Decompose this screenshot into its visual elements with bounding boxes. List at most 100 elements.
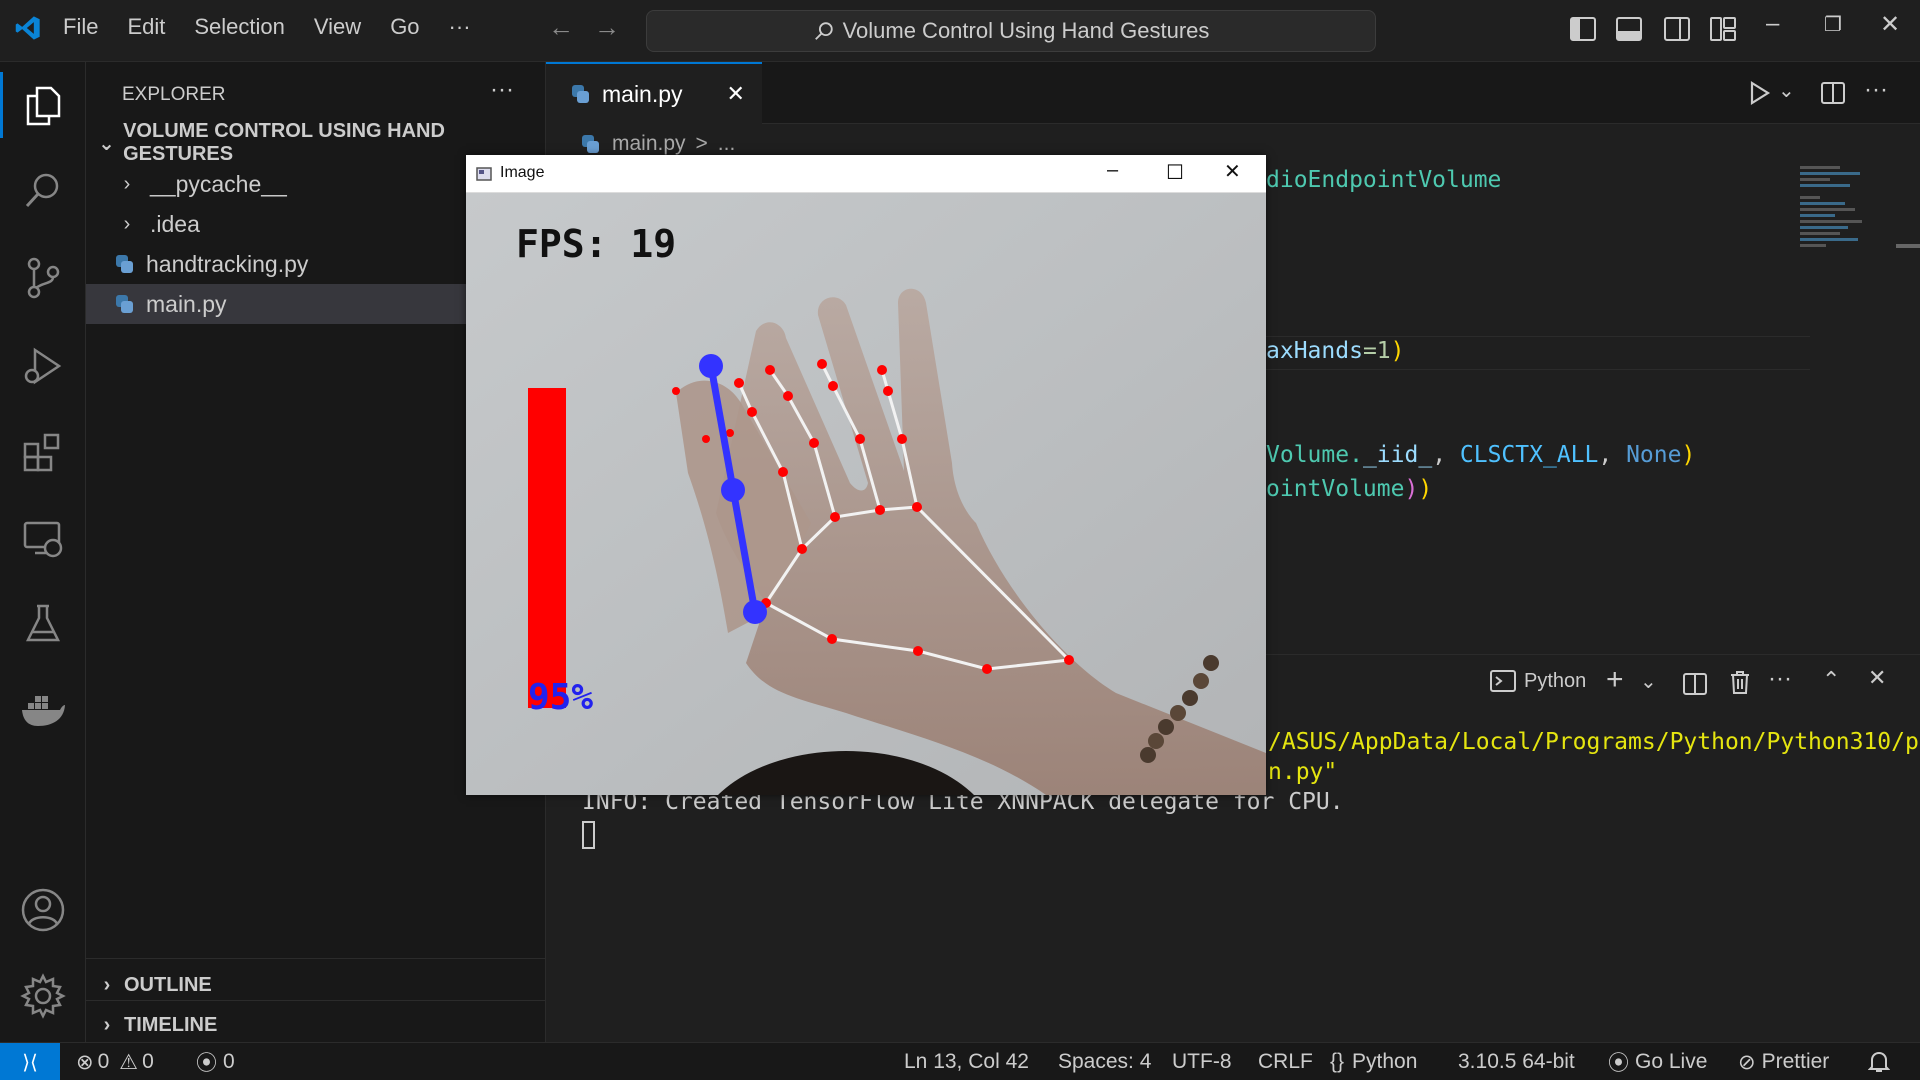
language-mode[interactable]: {} Python	[1330, 1043, 1417, 1080]
new-terminal-icon[interactable]: +	[1606, 663, 1624, 697]
close-icon[interactable]: ✕	[1224, 159, 1241, 184]
go-live-label: Go Live	[1635, 1050, 1708, 1073]
notifications-button[interactable]	[1868, 1043, 1890, 1080]
trash-icon[interactable]	[1728, 669, 1752, 695]
webcam-frame: FPS: 19 95%	[466, 193, 1266, 795]
command-center-search[interactable]: Volume Control Using Hand Gestures	[646, 10, 1376, 52]
docker-button[interactable]	[0, 670, 86, 750]
vscode-logo-icon	[15, 16, 40, 40]
toggle-panel-icon[interactable]	[1614, 14, 1644, 44]
problems-indicator[interactable]: ⊗ 0 ⚠ 0	[76, 1043, 154, 1080]
manage-button[interactable]	[0, 956, 86, 1036]
code-token: )	[1681, 442, 1696, 468]
menu-go[interactable]: Go	[390, 14, 419, 40]
chevron-down-icon[interactable]: ⌄	[1640, 669, 1657, 694]
code-line: dioEndpointVolume	[1266, 167, 1502, 193]
gear-icon	[20, 973, 66, 1019]
chevron-down-icon: ⌄	[98, 132, 115, 155]
warning-count: 0	[142, 1050, 154, 1073]
code-token: )	[1390, 338, 1405, 364]
files-icon	[26, 86, 61, 126]
timeline-section[interactable]: › TIMELINE	[94, 1008, 218, 1042]
explorer-more-icon[interactable]: ···	[490, 76, 514, 104]
restore-icon[interactable]: ❐	[1824, 12, 1842, 37]
forward-arrow-icon[interactable]: →	[594, 12, 620, 43]
close-window-icon[interactable]: ✕	[1880, 10, 1900, 39]
terminal-line: /ASUS/AppData/Local/Programs/Python/Pyth…	[1268, 729, 1919, 755]
menu-file[interactable]: File	[63, 14, 98, 40]
editor-tabs: main.py ✕ ⌄ ···	[546, 62, 1920, 124]
source-control-button[interactable]	[0, 238, 86, 318]
search-text: Volume Control Using Hand Gestures	[842, 18, 1210, 43]
encoding[interactable]: UTF-8	[1172, 1043, 1232, 1080]
menu-edit[interactable]: Edit	[127, 14, 165, 40]
tab-main-py[interactable]: main.py ✕	[546, 62, 762, 124]
close-tab-icon[interactable]: ✕	[727, 81, 745, 107]
code-line: axHands=1)	[1266, 338, 1405, 364]
remote-explorer-icon	[23, 521, 63, 558]
bell-icon	[1868, 1051, 1890, 1072]
python-interpreter[interactable]: 3.10.5 64-bit	[1458, 1043, 1575, 1080]
run-dropdown-icon[interactable]: ⌄	[1778, 78, 1795, 103]
code-token: ointVolume	[1266, 476, 1405, 502]
extensions-button[interactable]	[0, 412, 86, 492]
remote-indicator[interactable]: ⟩⟨	[0, 1043, 60, 1080]
explorer-button[interactable]	[0, 66, 86, 146]
tree-item-label: .idea	[150, 210, 200, 237]
indentation[interactable]: Spaces: 4	[1058, 1043, 1151, 1080]
end-of-line[interactable]: CRLF	[1258, 1043, 1313, 1080]
split-terminal-icon[interactable]	[1682, 671, 1708, 697]
image-window-titlebar[interactable]: Image – ☐ ✕	[466, 155, 1266, 193]
tree-item-label: handtracking.py	[146, 250, 309, 277]
terminal-cursor	[582, 821, 595, 849]
search-button[interactable]	[0, 150, 86, 230]
editor-more-icon[interactable]: ···	[1864, 76, 1888, 104]
braces-icon: {}	[1330, 1050, 1345, 1073]
error-count: 0	[97, 1050, 110, 1073]
run-debug-button[interactable]	[0, 326, 86, 406]
run-debug-icon	[24, 347, 62, 385]
toggle-primary-sidebar-icon[interactable]	[1568, 14, 1598, 44]
title-bar: File Edit Selection View Go ··· ← → Volu…	[0, 0, 1920, 62]
accounts-button[interactable]	[0, 870, 86, 950]
close-panel-icon[interactable]: ✕	[1868, 665, 1886, 691]
chevron-right-icon: ›	[123, 172, 131, 195]
code-line: ointVolume))	[1266, 476, 1432, 502]
terminal-name: Python	[1524, 669, 1587, 692]
prettier-button[interactable]: ⊘ Prettier	[1738, 1043, 1829, 1080]
go-live-button[interactable]: ⦿ Go Live	[1608, 1043, 1707, 1080]
maximize-panel-icon[interactable]: ⌃	[1822, 667, 1840, 693]
toggle-secondary-sidebar-icon[interactable]	[1662, 14, 1692, 44]
remote-explorer-button[interactable]	[0, 498, 86, 578]
code-line: Volume._iid_, CLSCTX_ALL, None)	[1266, 442, 1695, 468]
ports-indicator[interactable]: ⦿ 0	[196, 1043, 235, 1080]
menu-more[interactable]: ···	[449, 14, 471, 40]
scrollbar-marker	[1896, 244, 1920, 248]
outline-section[interactable]: › OUTLINE	[94, 968, 212, 1002]
volume-bar	[528, 388, 566, 708]
menu-view[interactable]: View	[314, 14, 361, 40]
maximize-icon[interactable]: ☐	[1166, 160, 1184, 185]
image-window[interactable]: Image – ☐ ✕ FPS: 19 95%	[466, 155, 1266, 795]
chevron-right-icon: ›	[103, 973, 111, 996]
warning-icon: ⚠	[119, 1050, 139, 1074]
breadcrumb-symbol[interactable]: ...	[718, 132, 736, 156]
testing-button[interactable]	[0, 584, 86, 664]
split-editor-icon[interactable]	[1820, 80, 1846, 106]
breadcrumb-file[interactable]: main.py	[612, 132, 686, 156]
docker-icon	[22, 696, 65, 726]
webcam-image: FPS: 19 95%	[466, 193, 1266, 795]
minimap[interactable]	[1800, 164, 1870, 284]
panel-more-icon[interactable]: ···	[1768, 665, 1792, 693]
menu-selection[interactable]: Selection	[194, 14, 285, 40]
run-python-file-icon[interactable]	[1746, 80, 1772, 106]
code-token: ,	[1598, 442, 1627, 468]
customize-layout-icon[interactable]	[1708, 14, 1738, 44]
terminal-selector[interactable]: Python	[1490, 669, 1586, 693]
back-arrow-icon[interactable]: ←	[548, 12, 574, 43]
extensions-icon	[23, 433, 60, 472]
breadcrumb-separator: >	[695, 132, 708, 155]
minimize-icon[interactable]: –	[1107, 159, 1118, 182]
cursor-position[interactable]: Ln 13, Col 42	[904, 1043, 1029, 1080]
minimize-icon[interactable]: –	[1766, 10, 1779, 38]
